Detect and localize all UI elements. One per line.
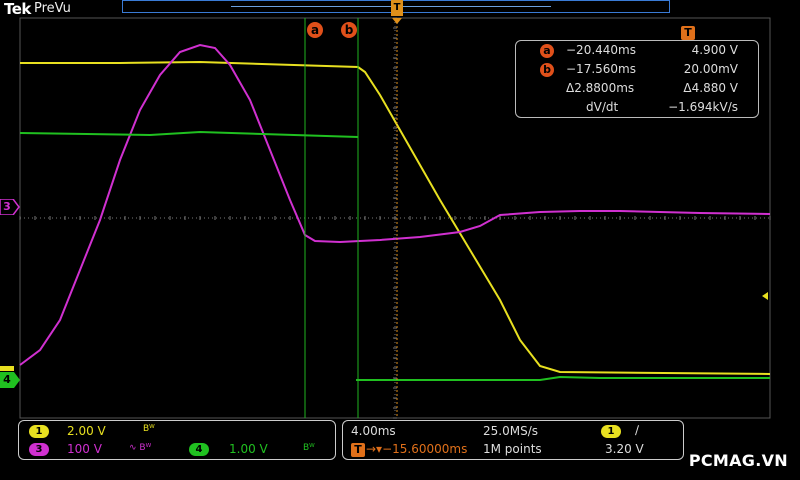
readout-row-b: b −17.560ms 20.00mV bbox=[516, 62, 758, 80]
trace-ch4 bbox=[19, 130, 359, 138]
readout-b-badge: b bbox=[540, 63, 554, 77]
ch1-scale: 2.00 V bbox=[67, 424, 106, 438]
readout-delta-value: Δ4.880 V bbox=[683, 81, 738, 95]
trigger-source-chip[interactable]: 1 bbox=[601, 425, 621, 438]
ch3-marker-label: 3 bbox=[3, 200, 11, 213]
readout-row-a: a −20.440ms 4.900 V bbox=[516, 43, 758, 61]
cursor-readout-panel: a −20.440ms 4.900 V b −17.560ms 20.00mV … bbox=[515, 40, 759, 118]
vertical-settings-panel[interactable]: 1 2.00 V Bᵂ 3 100 V ∿ Bᵂ 4 1.00 V Bᵂ bbox=[18, 420, 336, 460]
ch4-chip[interactable]: 4 bbox=[189, 443, 209, 456]
ch4-scale: 1.00 V bbox=[229, 442, 268, 456]
ch3-scale: 100 V bbox=[67, 442, 102, 456]
cursor-b-badge[interactable]: b bbox=[341, 22, 357, 38]
bottom-status-bar: 1 2.00 V Bᵂ 3 100 V ∿ Bᵂ 4 1.00 V Bᵂ 4.0… bbox=[18, 420, 784, 460]
record-length: 1M points bbox=[483, 442, 542, 456]
ch3-chip[interactable]: 3 bbox=[29, 443, 49, 456]
trigger-level: 3.20 V bbox=[605, 442, 644, 456]
trigger-level-arrow-icon bbox=[762, 292, 768, 300]
timebase-scale: 4.00ms bbox=[351, 424, 396, 438]
ch3-bandwidth-icon: ∿ Bᵂ bbox=[129, 443, 152, 453]
ch4-bandwidth-icon: Bᵂ bbox=[303, 443, 315, 453]
trace-ch4-segment2 bbox=[356, 375, 770, 381]
readout-b-value: 20.00mV bbox=[683, 62, 738, 76]
readout-a-time: −20.440ms bbox=[566, 43, 636, 57]
ch4-marker-label: 4 bbox=[3, 373, 11, 386]
readout-row-delta: Δ2.8800ms Δ4.880 V bbox=[516, 81, 758, 99]
trigger-icon: T bbox=[681, 26, 695, 40]
trigger-position-icon: T bbox=[351, 443, 365, 457]
ch1-ground-marker[interactable] bbox=[0, 366, 14, 371]
watermark-text: PCMAG.VN bbox=[688, 451, 788, 470]
trigger-slope-icon: ∕ bbox=[635, 423, 640, 437]
readout-delta-time: Δ2.8800ms bbox=[566, 81, 635, 95]
readout-a-value: 4.900 V bbox=[691, 43, 738, 57]
readout-b-time: −17.560ms bbox=[566, 62, 636, 76]
trigger-tab-label: T bbox=[393, 2, 401, 13]
trigger-position-value: →▾−15.60000ms bbox=[366, 442, 468, 456]
sample-rate: 25.0MS/s bbox=[483, 424, 538, 438]
readout-slope-value: −1.694kV/s bbox=[668, 100, 738, 114]
cursor-a-badge[interactable]: a bbox=[307, 22, 323, 38]
trigger-position-marker bbox=[392, 18, 402, 24]
readout-slope-label: dV/dt bbox=[586, 100, 619, 114]
ch1-chip[interactable]: 1 bbox=[29, 425, 49, 438]
ch1-bandwidth-icon: Bᵂ bbox=[143, 424, 155, 434]
horizontal-trigger-panel[interactable]: 4.00ms 25.0MS/s T →▾−15.60000ms 1M point… bbox=[342, 420, 684, 460]
readout-a-badge: a bbox=[540, 44, 554, 58]
readout-row-slope: dV/dt −1.694kV/s bbox=[516, 100, 758, 118]
